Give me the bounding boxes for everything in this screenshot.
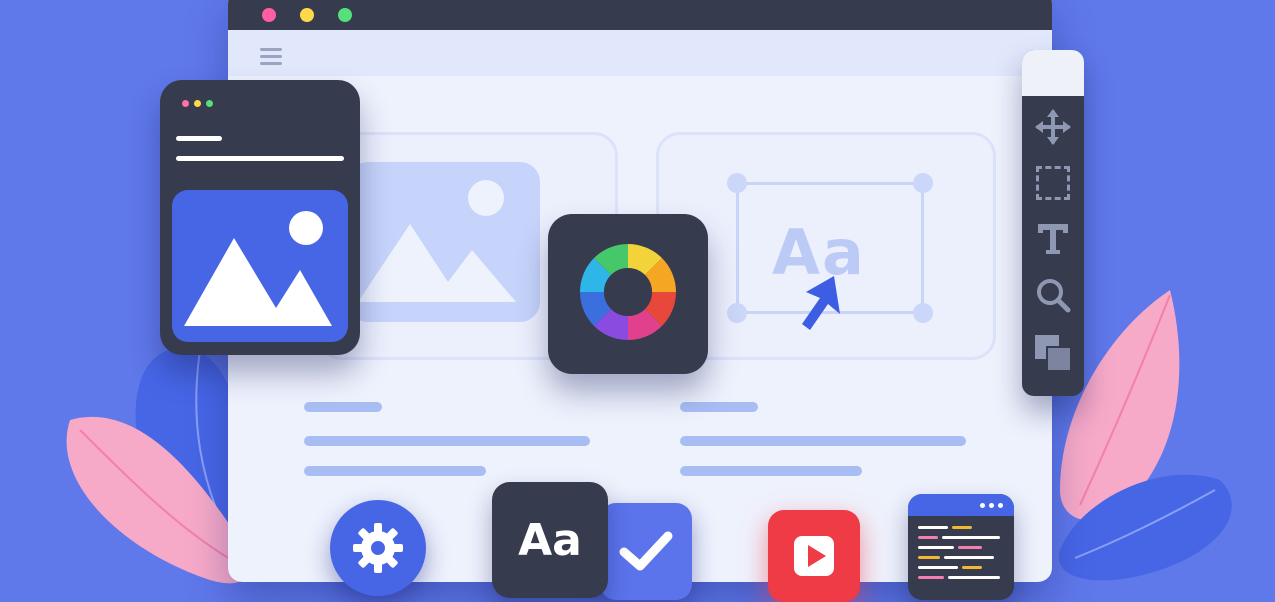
phone-dot-green bbox=[206, 100, 213, 107]
hamburger-icon[interactable] bbox=[260, 48, 282, 69]
text-line-long bbox=[680, 436, 966, 446]
text-tool-icon[interactable] bbox=[1032, 218, 1074, 260]
tool-palette bbox=[1022, 50, 1084, 396]
phone-card bbox=[160, 80, 360, 355]
color-wheel-center bbox=[604, 268, 652, 316]
code-editor-header bbox=[908, 494, 1014, 516]
text-line-short bbox=[304, 402, 382, 412]
code-line bbox=[948, 576, 1000, 579]
browser-navbar bbox=[228, 30, 1052, 76]
code-line bbox=[918, 546, 954, 549]
layers-icon[interactable] bbox=[1032, 332, 1074, 374]
code-line bbox=[918, 526, 948, 529]
text-line-short bbox=[680, 402, 758, 412]
window-maximize-dot[interactable] bbox=[338, 8, 352, 22]
code-line bbox=[944, 556, 994, 559]
phone-dot-yellow bbox=[194, 100, 201, 107]
phone-text-line bbox=[176, 156, 344, 161]
play-icon bbox=[794, 536, 834, 576]
window-close-dot[interactable] bbox=[262, 8, 276, 22]
typography-label: Aa bbox=[518, 514, 582, 566]
marquee-select-icon[interactable] bbox=[1032, 162, 1074, 204]
text-line-medium bbox=[304, 466, 486, 476]
code-line bbox=[952, 526, 972, 529]
video-button[interactable] bbox=[768, 510, 860, 602]
code-line bbox=[918, 566, 958, 569]
checkmark-icon bbox=[619, 531, 673, 570]
settings-button[interactable] bbox=[330, 500, 426, 596]
resize-handle[interactable] bbox=[727, 303, 747, 323]
phone-image-frame bbox=[172, 190, 348, 342]
browser-titlebar bbox=[228, 0, 1052, 30]
color-wheel-app[interactable] bbox=[548, 214, 708, 374]
pointer-arrow-icon bbox=[802, 276, 840, 330]
code-line bbox=[958, 546, 982, 549]
code-line bbox=[918, 536, 938, 539]
window-minimize-dot[interactable] bbox=[300, 8, 314, 22]
phone-dot-pink bbox=[182, 100, 189, 107]
text-line-medium bbox=[680, 466, 862, 476]
tool-palette-header bbox=[1022, 50, 1084, 96]
gear-icon bbox=[353, 523, 403, 573]
code-dot bbox=[980, 503, 985, 508]
mountain-image-icon bbox=[184, 211, 332, 326]
checklist-button[interactable] bbox=[600, 503, 692, 600]
text-line-long bbox=[304, 436, 590, 446]
resize-handle[interactable] bbox=[913, 173, 933, 193]
placeholder-image-icon bbox=[348, 162, 540, 322]
move-icon[interactable] bbox=[1032, 106, 1074, 148]
code-dot bbox=[998, 503, 1003, 508]
zoom-icon[interactable] bbox=[1032, 274, 1074, 316]
code-line bbox=[962, 566, 982, 569]
color-wheel-icon bbox=[580, 244, 676, 340]
code-editor-button[interactable] bbox=[908, 494, 1014, 600]
code-line bbox=[918, 556, 940, 559]
code-line bbox=[942, 536, 1000, 539]
resize-handle[interactable] bbox=[913, 303, 933, 323]
code-line bbox=[918, 576, 944, 579]
resize-handle[interactable] bbox=[727, 173, 747, 193]
typography-button[interactable]: Aa bbox=[492, 482, 608, 598]
code-dot bbox=[989, 503, 994, 508]
phone-text-line bbox=[176, 136, 222, 141]
